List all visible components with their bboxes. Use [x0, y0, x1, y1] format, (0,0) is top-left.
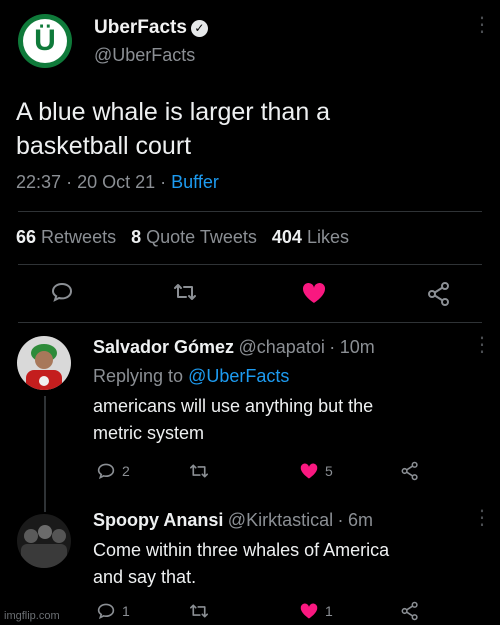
- share-icon: [401, 461, 418, 481]
- reply-count: 1: [122, 603, 130, 619]
- replying-to-label: Replying to: [93, 366, 184, 386]
- reply-header: Spoopy Anansi @Kirktastical · 6m: [93, 510, 373, 531]
- tweet-time[interactable]: 22:37: [16, 172, 61, 192]
- divider: [18, 264, 482, 265]
- share-button[interactable]: [400, 461, 420, 481]
- retweets-stat[interactable]: 66 Retweets: [16, 227, 116, 247]
- uberfacts-logo: Ü: [23, 19, 67, 63]
- retweet-icon: [190, 464, 208, 478]
- tweet-date[interactable]: 20 Oct 21: [77, 172, 155, 192]
- reply-icon: [51, 282, 73, 302]
- tweet-client[interactable]: Buffer: [171, 172, 219, 192]
- reply-count: 2: [122, 463, 130, 479]
- more-options-icon[interactable]: ⋮: [472, 508, 492, 528]
- separator: ·: [329, 337, 336, 357]
- author-handle[interactable]: @chapatoi: [239, 337, 325, 357]
- author-name[interactable]: Spoopy Anansi: [93, 510, 223, 530]
- likes-stat[interactable]: 404 Likes: [272, 227, 349, 247]
- like-count: 1: [325, 603, 333, 619]
- retweet-icon: [190, 604, 208, 618]
- watermark: imgflip.com: [4, 610, 60, 622]
- reply-time[interactable]: 6m: [348, 510, 373, 530]
- like-button[interactable]: 5: [299, 462, 333, 480]
- reply-text-line: metric system: [93, 423, 205, 443]
- share-icon: [401, 601, 418, 621]
- tweet-text: A blue whale is larger than a basketball…: [16, 95, 330, 163]
- more-options-icon[interactable]: ⋮: [472, 15, 492, 35]
- profile-photo: [17, 514, 71, 568]
- reply-header: Salvador Gómez @chapatoi · 10m: [93, 337, 375, 358]
- share-button[interactable]: [426, 281, 452, 307]
- reply-button[interactable]: 2: [96, 462, 130, 480]
- retweet-button[interactable]: [172, 281, 198, 303]
- reply-button[interactable]: 1: [96, 602, 130, 620]
- replying-to: Replying to @UberFacts: [93, 366, 289, 387]
- reply-time[interactable]: 10m: [340, 337, 375, 357]
- reply-text: americans will use anything but the metr…: [93, 393, 373, 447]
- retweet-icon: [174, 284, 196, 300]
- reply-icon: [97, 603, 115, 620]
- avatar[interactable]: [17, 514, 71, 568]
- tweet-text-line: A blue whale is larger than a: [16, 98, 331, 126]
- replying-to-link[interactable]: @UberFacts: [188, 366, 289, 386]
- avatar[interactable]: [17, 336, 71, 390]
- like-button[interactable]: 1: [299, 602, 333, 620]
- reply-button[interactable]: [50, 281, 74, 303]
- reply-text-line: and say that.: [93, 567, 197, 587]
- divider: [18, 211, 482, 212]
- separator: ·: [160, 172, 167, 192]
- tweet-stats: 66 Retweets 8 Quote Tweets 404 Likes: [16, 227, 349, 248]
- tweet-text-line: basketball court: [16, 132, 192, 160]
- retweet-button[interactable]: [188, 602, 210, 620]
- heart-icon: [300, 463, 318, 479]
- tweet-meta: 22:37 · 20 Oct 21 · Buffer: [16, 172, 219, 193]
- retweet-button[interactable]: [188, 462, 210, 480]
- separator: ·: [66, 172, 73, 192]
- author-name-row: UberFacts ✓: [94, 17, 208, 39]
- like-button[interactable]: [301, 281, 327, 305]
- verified-badge-icon: ✓: [190, 20, 208, 37]
- author-handle[interactable]: @Kirktastical: [228, 510, 333, 530]
- author-handle[interactable]: @UberFacts: [94, 45, 195, 66]
- like-count: 5: [325, 463, 333, 479]
- author-name[interactable]: Salvador Gómez: [93, 337, 234, 357]
- thread-connector: [44, 396, 46, 512]
- separator: ·: [337, 510, 344, 530]
- quotes-stat[interactable]: 8 Quote Tweets: [131, 227, 257, 247]
- more-options-icon[interactable]: ⋮: [472, 335, 492, 355]
- reply-text-line: Come within three whales of America: [93, 540, 390, 560]
- reply-text: Come within three whales of America and …: [93, 537, 389, 591]
- share-button[interactable]: [400, 601, 420, 621]
- divider: [18, 322, 482, 323]
- author-name[interactable]: UberFacts: [94, 17, 187, 38]
- reply-icon: [97, 463, 115, 480]
- reply-text-line: americans will use anything but the: [93, 396, 374, 416]
- share-icon: [428, 282, 449, 306]
- heart-icon: [300, 603, 318, 619]
- heart-icon: [302, 282, 326, 303]
- profile-photo: [17, 336, 71, 390]
- avatar[interactable]: Ü: [18, 14, 72, 68]
